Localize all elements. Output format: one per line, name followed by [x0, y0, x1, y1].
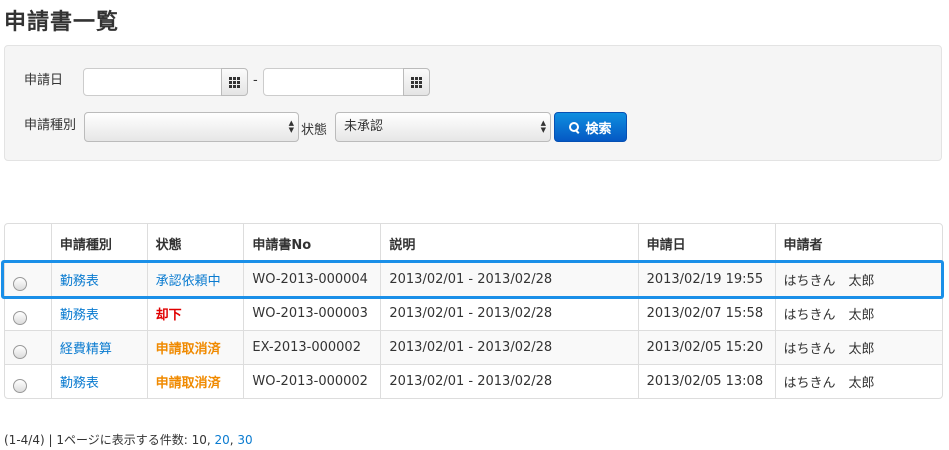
select-arrows-icon: ▲ ▼ — [288, 119, 294, 134]
column-header-applicant[interactable]: 申請者 — [774, 224, 942, 262]
search-button-label: 検索 — [585, 121, 612, 137]
table-row[interactable]: 経費精算 申請取消済 EX-2013-000002 2013/02/01 - 2… — [5, 330, 942, 364]
row-date: 2013/02/07 15:58 — [637, 296, 775, 330]
page-size-20-link[interactable]: 20 — [214, 433, 229, 447]
type-select[interactable]: ▲ ▼ — [84, 112, 299, 142]
pagination-summary: (1-4/4) | 1ページに表示する件数: 10, — [4, 433, 215, 447]
row-description: 2013/02/01 - 2013/02/28 — [380, 330, 638, 364]
column-header-status[interactable]: 状態 — [146, 224, 244, 262]
row-description: 2013/02/01 - 2013/02/28 — [380, 364, 638, 398]
row-select-radio[interactable] — [13, 276, 27, 291]
pagination-footer: (1-4/4) | 1ページに表示する件数: 10, 20, 30 — [4, 431, 253, 448]
row-status[interactable]: 承認依頼中 — [156, 274, 221, 289]
date-label: 申請日 — [24, 73, 64, 88]
search-button[interactable]: 検索 — [554, 112, 627, 142]
row-select-radio[interactable] — [13, 378, 27, 393]
date-from-input[interactable] — [83, 68, 223, 96]
column-header-description[interactable]: 説明 — [380, 224, 637, 262]
status-label: 状態 — [301, 123, 328, 138]
row-date: 2013/02/05 15:20 — [637, 330, 775, 364]
row-select-radio[interactable] — [13, 310, 27, 325]
row-no: EX-2013-000002 — [243, 330, 381, 364]
row-type-link[interactable]: 経費精算 — [60, 342, 112, 357]
row-applicant: はちきん 太郎 — [774, 262, 942, 296]
row-description: 2013/02/01 - 2013/02/28 — [380, 296, 638, 330]
date-to-calendar-button[interactable] — [403, 68, 430, 96]
row-select-radio[interactable] — [13, 344, 27, 359]
column-header-select — [5, 224, 51, 262]
row-date: 2013/02/19 19:55 — [637, 262, 775, 296]
date-from-calendar-button[interactable] — [221, 68, 248, 96]
calendar-icon — [411, 76, 422, 88]
table-header-row: 申請種別 状態 申請書No 説明 申請日 申請者 — [5, 224, 942, 262]
row-status: 申請取消済 — [155, 342, 221, 357]
row-status: 却下 — [155, 308, 182, 323]
row-status: 申請取消済 — [155, 376, 221, 391]
row-applicant: はちきん 太郎 — [774, 296, 942, 330]
filter-panel — [4, 45, 942, 161]
table-row[interactable]: 勤務表 承認依頼中 WO-2013-000004 2013/02/01 - 20… — [5, 262, 942, 296]
column-header-type[interactable]: 申請種別 — [50, 224, 147, 262]
select-arrows-icon: ▲ ▼ — [540, 119, 546, 134]
status-select[interactable]: 未承認 ▲ ▼ — [335, 112, 551, 142]
column-header-no[interactable]: 申請書No — [243, 224, 380, 262]
row-no: WO-2013-000004 — [243, 262, 381, 296]
page-size-30-link[interactable]: 30 — [237, 433, 252, 447]
row-date: 2013/02/05 13:08 — [637, 364, 775, 398]
date-range-separator: - — [253, 73, 258, 88]
row-no: WO-2013-000003 — [243, 296, 381, 330]
row-type-link[interactable]: 勤務表 — [60, 274, 99, 289]
table-row[interactable]: 勤務表 却下 WO-2013-000003 2013/02/01 - 2013/… — [5, 296, 942, 330]
status-select-value: 未承認 — [344, 119, 384, 134]
table-row[interactable]: 勤務表 申請取消済 WO-2013-000002 2013/02/01 - 20… — [5, 364, 942, 398]
row-no: WO-2013-000002 — [243, 364, 381, 398]
calendar-icon — [229, 76, 240, 88]
row-type-link[interactable]: 勤務表 — [60, 308, 99, 323]
results-table: 申請種別 状態 申請書No 説明 申請日 申請者 勤務表 承認依頼中 WO-20… — [4, 223, 943, 399]
page-title: 申請書一覧 — [4, 10, 120, 35]
row-description: 2013/02/01 - 2013/02/28 — [380, 262, 638, 296]
column-header-date[interactable]: 申請日 — [637, 224, 775, 262]
search-icon — [569, 121, 580, 133]
row-type-link[interactable]: 勤務表 — [60, 376, 99, 391]
row-applicant: はちきん 太郎 — [774, 330, 942, 364]
row-applicant: はちきん 太郎 — [774, 364, 942, 398]
type-label: 申請種別 — [24, 118, 77, 133]
date-to-input[interactable] — [263, 68, 405, 96]
